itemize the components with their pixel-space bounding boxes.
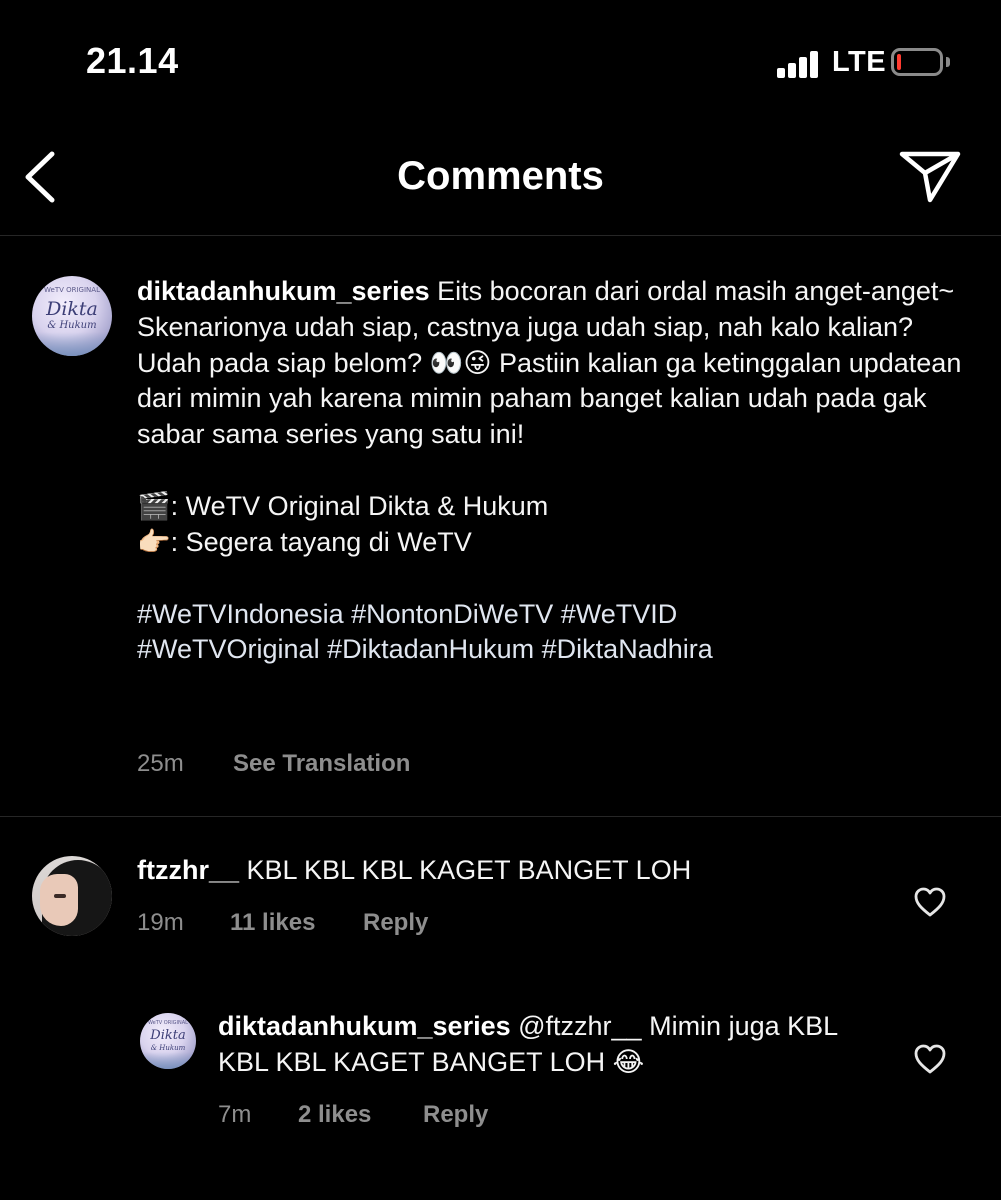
hashtags-line[interactable]: #WeTVOriginal #DiktadanHukum #DiktaNadhi… [137,632,967,668]
avatar-brand-script-sub: & Hukum [150,1044,186,1052]
avatar-brand-script-sub: & Hukum [47,320,97,331]
comment-likes[interactable]: 11 likes [230,909,315,937]
like-button[interactable] [913,886,947,918]
avatar[interactable]: WeTV ORIGINAL Dikta & Hukum [32,276,112,356]
comment-text: KBL KBL KBL KAGET BANGET LOH [239,855,692,885]
avatar[interactable] [32,856,112,936]
avatar[interactable]: WeTV ORIGINAL Dikta & Hukum [140,1013,196,1069]
avatar-eye [54,894,66,898]
comments-header: Comments [0,120,1001,236]
reply-button[interactable]: Reply [363,909,428,937]
caption-time: 25m [137,750,184,777]
reply-username[interactable]: diktadanhukum_series [218,1011,511,1041]
reply-button[interactable]: Reply [423,1101,488,1129]
reply-mention[interactable]: @ftzzhr__ [511,1011,641,1041]
avatar-brand-script: Dikta [46,298,98,320]
comment-username[interactable]: ftzzhr__ [137,855,239,885]
clapper-board-icon: 🎬 [137,490,171,522]
caption-emoji: 👀😜 [429,347,492,379]
caption-line-film: 🎬: WeTV Original Dikta & Hukum [137,489,967,525]
caption-meta: 25m See Translation [137,750,737,784]
avatar-wave-decoration [140,1052,196,1069]
like-button[interactable] [913,1043,947,1075]
cellular-signal-icon [777,48,821,78]
hashtags-line[interactable]: #WeTVIndonesia #NontonDiWeTV #WeTVID [137,597,967,633]
pointing-hand-icon: 👉🏻 [137,526,171,558]
comment-meta: 19m 11 likes Reply [137,909,737,943]
status-bar: 21.14 LTE [0,0,1001,120]
caption-line-point: 👉🏻: Segera tayang di WeTV [137,525,967,561]
caption-line-film-text: : WeTV Original Dikta & Hukum [170,490,549,521]
caption-username[interactable]: diktadanhukum_series [137,276,430,306]
post-caption: WeTV ORIGINAL Dikta & Hukum diktadanhuku… [0,236,1001,817]
reply-time: 7m [218,1101,252,1128]
caption-body: diktadanhukum_series Eits bocoran dari o… [137,274,967,668]
tears-of-joy-emoji: 😂 [612,1046,645,1078]
reply-meta: 7m 2 likes Reply [218,1101,818,1135]
avatar-brand-label: WeTV ORIGINAL [44,286,100,294]
share-button[interactable] [896,146,966,206]
heart-outline-icon [914,887,946,917]
paper-plane-icon [899,151,961,203]
heart-outline-icon [914,1044,946,1074]
caption-paragraph: diktadanhukum_series Eits bocoran dari o… [137,274,967,453]
caption-line-point-text: : Segera tayang di WeTV [170,526,472,557]
page-title: Comments [397,154,604,198]
avatar-brand-label: WeTV ORIGINAL [148,1020,188,1026]
avatar-wave-decoration [32,332,112,356]
battery-nub [946,57,950,67]
network-type: LTE [832,46,887,78]
avatar-brand-script: Dikta [150,1028,186,1043]
comment-text-block: ftzzhr__ KBL KBL KBL KAGET BANGET LOH [137,853,877,889]
battery-level-fill [897,54,901,70]
status-time: 21.14 [86,40,179,81]
avatar-face [40,874,78,926]
comment-time: 19m [137,909,184,936]
battery-icon [891,48,943,76]
reply-text-block: diktadanhukum_series @ftzzhr__ Mimin jug… [218,1009,878,1081]
reply-likes[interactable]: 2 likes [298,1101,371,1129]
see-translation-button[interactable]: See Translation [233,750,410,778]
